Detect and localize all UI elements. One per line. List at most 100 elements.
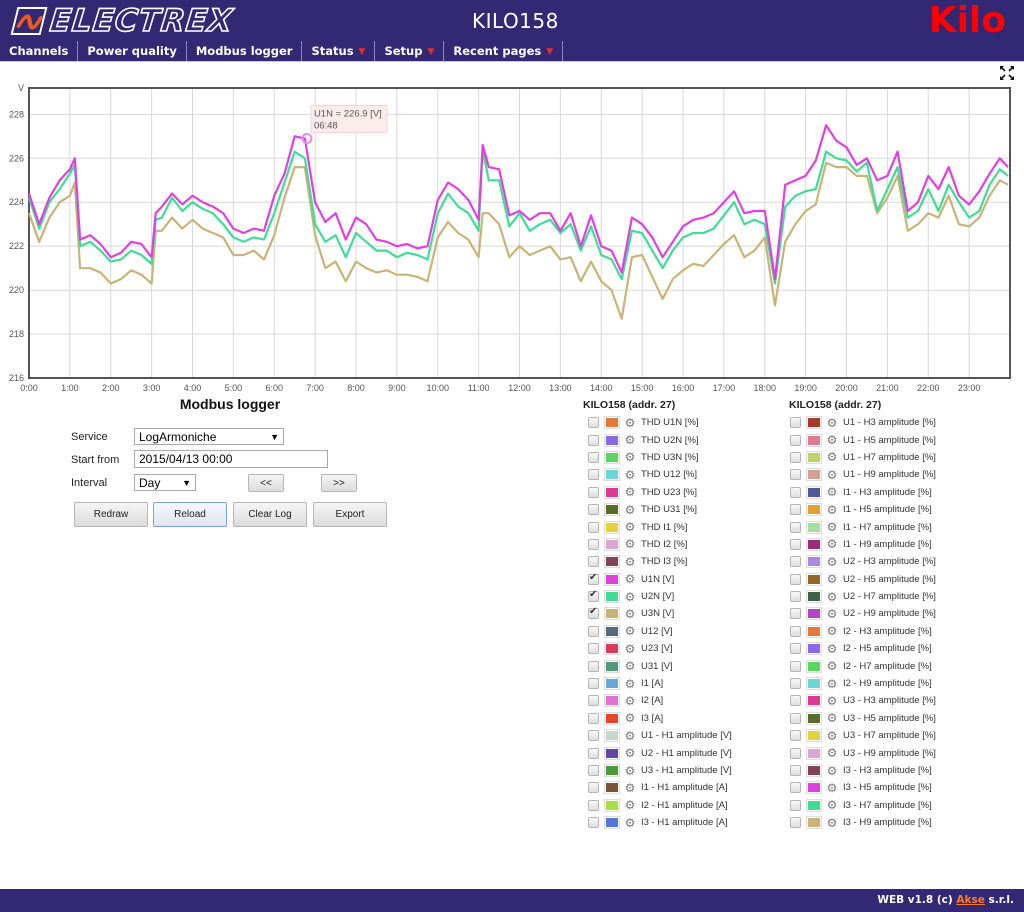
color-picker[interactable] <box>806 590 822 604</box>
gear-icon[interactable]: ⚙ <box>624 451 636 463</box>
channel-checkbox[interactable] <box>588 678 599 690</box>
gear-icon[interactable]: ⚙ <box>624 504 636 516</box>
gear-icon[interactable]: ⚙ <box>624 747 636 759</box>
next-button[interactable]: >> <box>321 474 357 492</box>
color-picker[interactable] <box>806 764 822 777</box>
nav-setup[interactable]: Setup ▼ <box>375 41 445 61</box>
gear-icon[interactable]: ⚙ <box>826 417 838 429</box>
channel-checkbox[interactable] <box>790 538 801 550</box>
gear-icon[interactable]: ⚙ <box>826 486 838 498</box>
color-picker[interactable] <box>806 746 822 760</box>
color-picker[interactable] <box>806 433 822 447</box>
color-picker[interactable] <box>604 746 620 760</box>
export-button[interactable]: Export <box>313 502 387 527</box>
gear-icon[interactable]: ⚙ <box>826 608 838 620</box>
nav-power-quality[interactable]: Power quality <box>78 41 187 61</box>
channel-checkbox[interactable] <box>790 434 801 446</box>
color-picker[interactable] <box>806 659 822 673</box>
gear-icon[interactable]: ⚙ <box>624 695 636 707</box>
color-picker[interactable] <box>604 520 620 534</box>
gear-icon[interactable]: ⚙ <box>624 799 636 811</box>
color-picker[interactable] <box>604 764 620 777</box>
gear-icon[interactable]: ⚙ <box>624 556 636 568</box>
channel-checkbox[interactable] <box>790 799 801 811</box>
channel-checkbox[interactable] <box>588 765 599 776</box>
gear-icon[interactable]: ⚙ <box>624 730 636 742</box>
channel-checkbox[interactable] <box>588 486 599 498</box>
gear-icon[interactable]: ⚙ <box>826 747 838 759</box>
gear-icon[interactable]: ⚙ <box>826 782 838 794</box>
color-picker[interactable] <box>604 624 620 638</box>
color-picker[interactable] <box>806 781 822 795</box>
channel-checkbox[interactable] <box>790 730 801 742</box>
color-picker[interactable] <box>604 590 620 604</box>
gear-icon[interactable]: ⚙ <box>624 486 636 498</box>
nav-status[interactable]: Status ▼ <box>302 41 376 61</box>
color-picker[interactable] <box>806 450 822 464</box>
gear-icon[interactable]: ⚙ <box>826 695 838 707</box>
channel-checkbox[interactable] <box>588 817 599 829</box>
gear-icon[interactable]: ⚙ <box>826 625 838 637</box>
channel-checkbox[interactable] <box>588 606 599 620</box>
channel-checkbox[interactable] <box>790 817 801 829</box>
channel-checkbox[interactable] <box>790 765 801 776</box>
gear-icon[interactable]: ⚙ <box>826 660 838 672</box>
channel-checkbox[interactable] <box>790 591 801 603</box>
channel-checkbox[interactable] <box>790 556 801 568</box>
channel-checkbox[interactable] <box>588 469 599 481</box>
gear-icon[interactable]: ⚙ <box>624 434 636 446</box>
gear-icon[interactable]: ⚙ <box>624 678 636 690</box>
gear-icon[interactable]: ⚙ <box>826 451 838 463</box>
gear-icon[interactable]: ⚙ <box>826 573 838 585</box>
gear-icon[interactable]: ⚙ <box>826 730 838 742</box>
color-picker[interactable] <box>806 485 822 499</box>
nav-channels[interactable]: Channels <box>0 41 79 61</box>
color-picker[interactable] <box>806 537 822 551</box>
color-picker[interactable] <box>604 468 620 482</box>
color-picker[interactable] <box>806 503 822 517</box>
channel-checkbox[interactable] <box>790 625 801 637</box>
gear-icon[interactable]: ⚙ <box>624 765 636 777</box>
color-picker[interactable] <box>806 711 822 725</box>
previous-button[interactable]: << <box>248 474 284 492</box>
color-picker[interactable] <box>806 694 822 708</box>
channel-checkbox[interactable] <box>790 678 801 690</box>
color-picker[interactable] <box>604 537 620 551</box>
gear-icon[interactable]: ⚙ <box>624 660 636 672</box>
interval-select[interactable]: Day ▼ <box>134 474 196 491</box>
electrex-logo[interactable]: ELECTREX <box>10 2 236 40</box>
akse-link[interactable]: Akse <box>956 894 984 906</box>
color-picker[interactable] <box>604 816 620 830</box>
color-picker[interactable] <box>604 416 620 430</box>
gear-icon[interactable]: ⚙ <box>624 538 636 550</box>
gear-icon[interactable]: ⚙ <box>624 417 636 429</box>
color-picker[interactable] <box>604 555 620 569</box>
channel-checkbox[interactable] <box>588 434 599 446</box>
redraw-button[interactable]: Redraw <box>74 502 148 527</box>
channel-checkbox[interactable] <box>588 747 599 759</box>
gear-icon[interactable]: ⚙ <box>624 712 636 724</box>
channel-checkbox[interactable] <box>790 660 801 672</box>
voltage-chart[interactable]: 0:00 1:00 2:00 3:00 4:00 5:00 6:00 7:00 8:00 9:00… <box>0 80 1024 398</box>
service-select[interactable]: LogArmoniche ▼ <box>134 428 284 445</box>
channel-checkbox[interactable] <box>588 451 599 463</box>
channel-checkbox[interactable] <box>790 417 801 429</box>
color-picker[interactable] <box>806 555 822 569</box>
gear-icon[interactable]: ⚙ <box>624 469 636 481</box>
color-picker[interactable] <box>604 503 620 517</box>
channel-checkbox[interactable] <box>790 695 801 707</box>
gear-icon[interactable]: ⚙ <box>624 782 636 794</box>
color-picker[interactable] <box>806 677 822 691</box>
gear-icon[interactable]: ⚙ <box>624 817 636 829</box>
color-picker[interactable] <box>806 642 822 656</box>
channel-checkbox[interactable] <box>790 643 801 655</box>
channel-checkbox[interactable] <box>588 572 599 585</box>
color-picker[interactable] <box>806 798 822 812</box>
gear-icon[interactable]: ⚙ <box>826 538 838 550</box>
gear-icon[interactable]: ⚙ <box>826 469 838 481</box>
clear-log-button[interactable]: Clear Log <box>233 502 307 527</box>
gear-icon[interactable]: ⚙ <box>826 504 838 516</box>
color-picker[interactable] <box>806 607 822 621</box>
channel-checkbox[interactable] <box>790 521 801 533</box>
channel-checkbox[interactable] <box>588 660 599 672</box>
